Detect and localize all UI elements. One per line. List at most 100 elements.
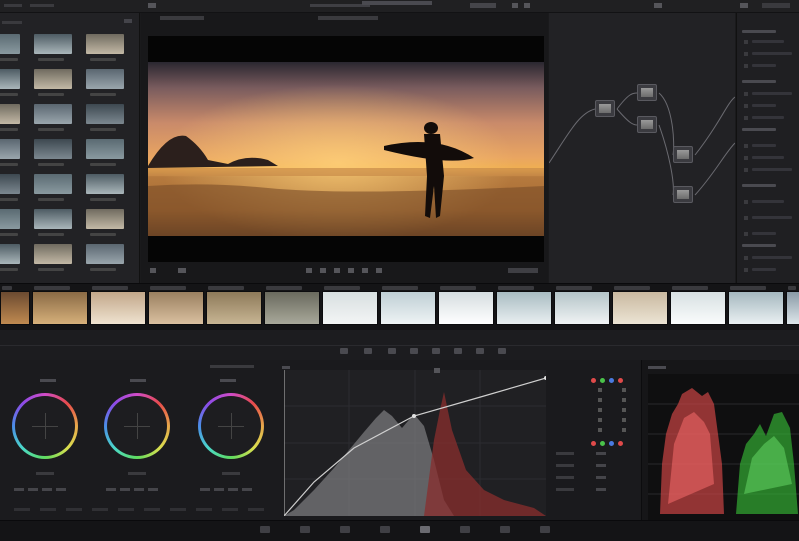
adjustment-field[interactable]	[170, 508, 186, 511]
loop-icon[interactable]	[376, 268, 382, 273]
inspector-field[interactable]	[752, 144, 776, 147]
media-thumbnail[interactable]	[34, 244, 72, 264]
curve-control-dot[interactable]	[598, 428, 602, 432]
curves-graph[interactable]	[284, 370, 546, 516]
red-channel-toggle[interactable]	[591, 378, 596, 383]
media-thumbnail[interactable]	[0, 34, 20, 54]
palette-icon[interactable]	[498, 348, 506, 354]
timeline-clip[interactable]	[496, 291, 552, 325]
media-thumbnail[interactable]	[34, 139, 72, 159]
adjustment-field[interactable]	[14, 508, 30, 511]
inspector-checkbox[interactable]	[744, 40, 748, 44]
inspector-field[interactable]	[752, 104, 776, 107]
rewind-icon[interactable]	[306, 268, 312, 273]
inspector-checkbox[interactable]	[744, 144, 748, 148]
node-4[interactable]	[673, 146, 693, 163]
inspector-checkbox[interactable]	[744, 156, 748, 160]
curve-control-dot[interactable]	[622, 398, 626, 402]
timeline-clip[interactable]	[0, 291, 30, 325]
node-icon[interactable]	[654, 3, 662, 8]
page-tab-icon[interactable]	[260, 526, 270, 533]
menu-item[interactable]	[4, 4, 22, 7]
fast-forward-icon[interactable]	[362, 268, 368, 273]
palette-icon[interactable]	[454, 348, 462, 354]
inspector-checkbox[interactable]	[744, 104, 748, 108]
inspector-field[interactable]	[752, 52, 792, 55]
inspector-field[interactable]	[752, 92, 792, 95]
media-thumbnail[interactable]	[86, 69, 124, 89]
media-thumbnail[interactable]	[0, 244, 20, 264]
palette-icon[interactable]	[388, 348, 396, 354]
green-channel-toggle[interactable]	[600, 378, 605, 383]
inspector-field[interactable]	[752, 40, 784, 43]
page-tab-icon[interactable]	[460, 526, 470, 533]
play-reverse-icon[interactable]	[320, 268, 326, 273]
adjustment-field[interactable]	[196, 508, 212, 511]
media-thumbnail[interactable]	[86, 174, 124, 194]
curve-control-dot[interactable]	[598, 418, 602, 422]
timeline-clip[interactable]	[148, 291, 204, 325]
wheel-slider[interactable]	[128, 472, 146, 475]
inspector-tab[interactable]	[762, 3, 790, 8]
adjustment-field[interactable]	[248, 508, 264, 511]
inspector-checkbox[interactable]	[744, 200, 748, 204]
curve-control-dot[interactable]	[598, 408, 602, 412]
wheels-mode[interactable]	[210, 365, 254, 368]
timeline-clip[interactable]	[90, 291, 146, 325]
timeline-clip[interactable]	[264, 291, 320, 325]
page-tab-icon[interactable]	[340, 526, 350, 533]
node-2[interactable]	[637, 84, 657, 101]
adjustment-field[interactable]	[144, 508, 160, 511]
timeline-clip[interactable]	[322, 291, 378, 325]
wipe-icon[interactable]	[150, 268, 156, 273]
palette-icon[interactable]	[340, 348, 348, 354]
menu-item[interactable]	[30, 4, 54, 7]
inspector-field[interactable]	[752, 256, 792, 259]
palette-icon[interactable]	[364, 348, 372, 354]
palette-icon[interactable]	[476, 348, 484, 354]
node-5[interactable]	[673, 186, 693, 203]
inspector-checkbox[interactable]	[744, 232, 748, 236]
red-channel-toggle[interactable]	[618, 441, 623, 446]
inspector-checkbox[interactable]	[744, 64, 748, 68]
timeline-clip[interactable]	[612, 291, 668, 325]
zoom-dropdown[interactable]	[470, 3, 496, 8]
inspector-field[interactable]	[752, 216, 792, 219]
timeline-clip[interactable]	[728, 291, 784, 325]
page-tab-icon[interactable]	[380, 526, 390, 533]
media-thumbnail[interactable]	[0, 174, 20, 194]
timeline-clip[interactable]	[380, 291, 436, 325]
curve-control-dot[interactable]	[622, 418, 626, 422]
chevron-down-icon[interactable]	[124, 19, 132, 23]
media-thumbnail[interactable]	[86, 244, 124, 264]
media-thumbnail[interactable]	[86, 139, 124, 159]
media-thumbnail[interactable]	[34, 69, 72, 89]
settings-icon[interactable]	[740, 3, 748, 8]
media-thumbnail[interactable]	[86, 104, 124, 124]
clip-icon[interactable]	[148, 3, 156, 8]
media-thumbnail[interactable]	[0, 139, 20, 159]
curve-mode-icon[interactable]	[434, 368, 440, 373]
play-icon[interactable]	[348, 268, 354, 273]
inspector-checkbox[interactable]	[744, 268, 748, 272]
inspector-field[interactable]	[752, 156, 784, 159]
inspector-checkbox[interactable]	[744, 92, 748, 96]
timeline-clip[interactable]	[554, 291, 610, 325]
curve-control-dot[interactable]	[598, 388, 602, 392]
adjustment-field[interactable]	[40, 508, 56, 511]
page-tab-icon[interactable]	[420, 526, 430, 533]
media-thumbnail[interactable]	[86, 34, 124, 54]
blue-channel-toggle[interactable]	[609, 378, 614, 383]
inspector-checkbox[interactable]	[744, 52, 748, 56]
media-thumbnail[interactable]	[34, 209, 72, 229]
timeline-clip[interactable]	[438, 291, 494, 325]
timeline-clip[interactable]	[32, 291, 88, 325]
palette-icon[interactable]	[410, 348, 418, 354]
media-thumbnail[interactable]	[34, 104, 72, 124]
media-thumbnail[interactable]	[0, 209, 20, 229]
inspector-checkbox[interactable]	[744, 168, 748, 172]
curve-setting-value[interactable]	[596, 452, 606, 455]
inspector-field[interactable]	[752, 200, 784, 203]
red-channel-toggle[interactable]	[591, 441, 596, 446]
timeline-clip[interactable]	[670, 291, 726, 325]
